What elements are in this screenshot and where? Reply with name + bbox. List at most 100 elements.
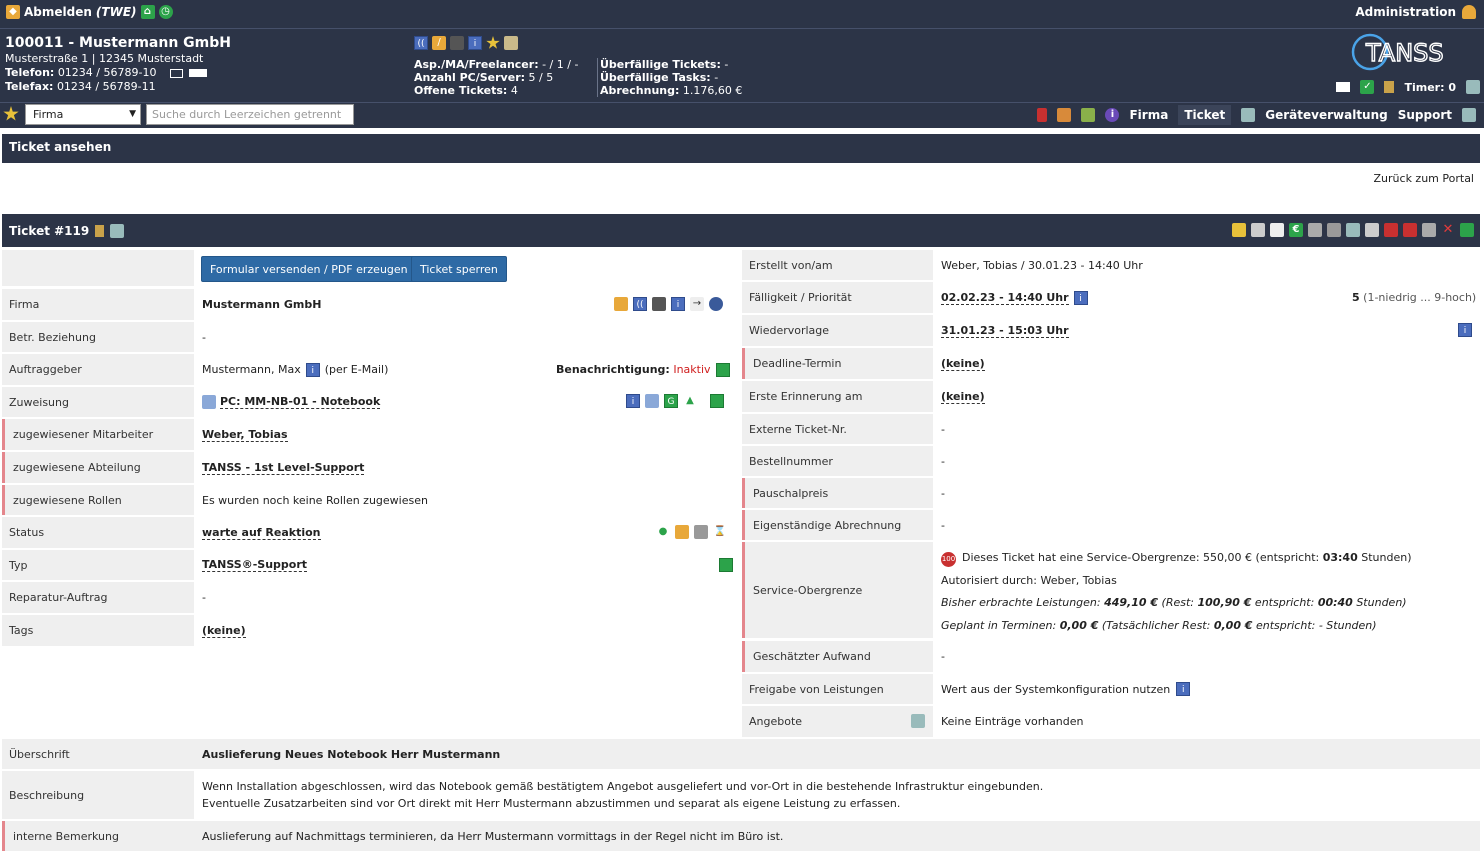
mail-icon[interactable] xyxy=(1251,223,1265,237)
own-billing-value[interactable]: - xyxy=(933,510,1233,540)
notes-icon[interactable] xyxy=(95,225,105,237)
tools-icon[interactable] xyxy=(504,36,518,50)
merge-icon[interactable] xyxy=(1327,223,1341,237)
network-icon[interactable] xyxy=(645,394,659,408)
info-icon[interactable]: i xyxy=(1176,682,1191,696)
divider xyxy=(0,28,1484,29)
monitor-icon[interactable] xyxy=(652,297,666,311)
client-value[interactable]: Mustermann, Max xyxy=(202,363,301,376)
description-value[interactable]: Wenn Installation abgeschlossen, wird da… xyxy=(202,778,1472,812)
phone-icon[interactable] xyxy=(189,69,208,77)
close-icon[interactable]: ✕ xyxy=(1441,223,1455,237)
department-value[interactable]: TANSS - 1st Level-Support xyxy=(202,461,365,475)
edit-icon[interactable] xyxy=(719,558,733,572)
new-window-icon[interactable] xyxy=(1241,108,1256,122)
exchange-icon[interactable] xyxy=(1081,108,1096,122)
check-icon[interactable]: ✓ xyxy=(1360,80,1375,94)
heading-value[interactable]: Auslieferung Neues Notebook Herr Musterm… xyxy=(202,748,500,761)
priority-value[interactable]: 5 xyxy=(1352,291,1360,304)
monitor-icon[interactable] xyxy=(450,36,464,50)
internal-note-value[interactable]: Auslieferung auf Nachmittags terminieren… xyxy=(194,821,1480,851)
customer-phone: Telefon: 01234 / 56789-10 xyxy=(5,66,231,80)
new-window-icon[interactable] xyxy=(911,714,925,728)
new-window-icon[interactable] xyxy=(1462,108,1476,122)
reminder-value[interactable]: (keine) xyxy=(941,390,985,404)
notification-value[interactable]: Inaktiv xyxy=(673,363,710,376)
search-input[interactable]: Suche durch Leerzeichen getrennt xyxy=(146,104,354,125)
info-icon[interactable]: i xyxy=(468,36,482,50)
firma-value[interactable]: Mustermann GmbH xyxy=(202,298,321,311)
tags-value[interactable]: (keine) xyxy=(202,624,246,638)
star-icon[interactable] xyxy=(486,36,500,49)
flat-price-value[interactable]: - xyxy=(933,478,1233,508)
employee-value[interactable]: Weber, Tobias xyxy=(202,428,288,442)
release-value[interactable]: Wert aus der Systemkonfiguration nutzen xyxy=(941,683,1170,696)
info-icon[interactable]: i xyxy=(305,362,320,377)
wrench-icon[interactable] xyxy=(614,297,628,311)
lock-icon: ◆ xyxy=(6,5,20,19)
lock-ticket-button[interactable]: Ticket sperren xyxy=(411,256,507,282)
assign-value[interactable]: PC: MM-NB-01 - Notebook xyxy=(220,395,381,409)
pin-icon[interactable] xyxy=(1037,108,1048,122)
euro-icon[interactable]: € xyxy=(1289,223,1303,237)
label-employee: zugewiesener Mitarbeiter xyxy=(2,419,194,450)
mail-icon[interactable] xyxy=(169,68,183,78)
send-form-button[interactable]: Formular versenden / PDF erzeugen xyxy=(201,256,417,282)
star-icon[interactable] xyxy=(1232,223,1246,237)
back-to-portal-link[interactable]: Zurück zum Portal xyxy=(1374,172,1474,185)
info-round-icon[interactable]: i xyxy=(1105,108,1120,122)
edit-icon[interactable] xyxy=(1308,223,1322,237)
pause-icon[interactable] xyxy=(694,525,708,539)
comment-add-icon[interactable] xyxy=(1270,223,1284,237)
nav-support[interactable]: Support xyxy=(1398,108,1452,122)
house-icon[interactable] xyxy=(1057,108,1072,122)
remote-icon[interactable]: (( xyxy=(633,297,647,311)
document-icon[interactable] xyxy=(1365,223,1379,237)
customer-title[interactable]: 100011 - Mustermann GmbH xyxy=(5,34,231,52)
wrench-icon[interactable]: / xyxy=(432,36,446,50)
remote-icon[interactable]: (( xyxy=(414,36,428,50)
info-icon[interactable]: i xyxy=(671,297,685,311)
timer-label[interactable]: Timer: 0 xyxy=(1404,81,1456,94)
g-icon[interactable]: G xyxy=(664,394,678,408)
new-window-icon[interactable] xyxy=(1346,223,1360,237)
resubmit-value[interactable]: 31.01.23 - 15:03 Uhr xyxy=(941,324,1069,338)
new-window-icon[interactable] xyxy=(110,224,125,238)
administration-link[interactable]: Administration xyxy=(1355,5,1476,19)
edit-icon[interactable] xyxy=(715,362,730,377)
notes-icon[interactable] xyxy=(1384,81,1395,93)
pdf-icon[interactable] xyxy=(1384,223,1398,237)
order-no-value[interactable]: - xyxy=(933,446,1233,476)
info-icon[interactable]: i xyxy=(626,394,640,408)
status-value[interactable]: warte auf Reaktion xyxy=(202,526,321,540)
person-icon[interactable]: ▲ xyxy=(683,394,697,408)
chat-icon[interactable] xyxy=(675,525,689,539)
pencil-icon[interactable] xyxy=(1422,223,1436,237)
pdf-export-icon[interactable] xyxy=(1403,223,1417,237)
favorite-star-icon[interactable] xyxy=(3,106,19,121)
save-icon[interactable] xyxy=(1460,223,1474,237)
ext-no-value[interactable]: - xyxy=(933,414,1233,444)
nav-geraeteverwaltung[interactable]: Geräteverwaltung xyxy=(1265,108,1387,122)
nav-ticket[interactable]: Ticket xyxy=(1178,105,1232,125)
info-icon[interactable]: i xyxy=(1458,323,1472,337)
hourglass-icon[interactable]: ⌛ xyxy=(713,525,727,539)
globe-icon[interactable] xyxy=(709,297,723,311)
info-icon[interactable]: i xyxy=(1073,290,1088,305)
clock-icon[interactable]: ◷ xyxy=(158,5,173,19)
effort-value[interactable]: - xyxy=(933,641,1233,672)
due-value[interactable]: 02.02.23 - 14:40 Uhr xyxy=(941,291,1069,305)
nav-firma[interactable]: Firma xyxy=(1129,108,1168,122)
new-window-icon[interactable] xyxy=(1466,80,1480,94)
message-icon[interactable] xyxy=(1336,82,1351,92)
type-value[interactable]: TANSS®-Support xyxy=(202,558,308,572)
arrow-right-icon[interactable]: → xyxy=(690,297,704,311)
deadline-value[interactable]: (keine) xyxy=(941,357,985,371)
home-icon[interactable]: ⌂ xyxy=(140,5,155,19)
logout-button[interactable]: ◆ Abmelden (TWE) ⌂ ◷ xyxy=(6,5,173,19)
ticket-actions: € ✕ xyxy=(1232,223,1474,237)
search-scope-select[interactable]: Firma ▼ xyxy=(25,104,141,125)
edit-icon[interactable] xyxy=(710,394,724,408)
header-row: ◆ Abmelden (TWE) ⌂ ◷ Administration xyxy=(0,0,1484,28)
link-icon[interactable]: ● xyxy=(656,525,670,539)
